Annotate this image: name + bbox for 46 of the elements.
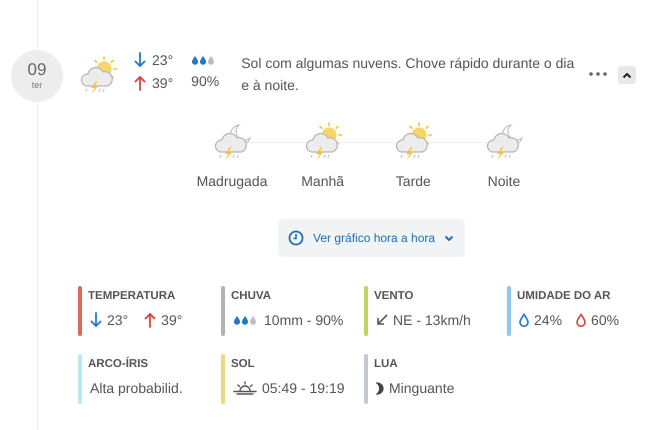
period-label: Noite xyxy=(488,173,520,189)
detail-title: VENTO xyxy=(374,290,414,302)
min-temperature: 23° xyxy=(152,52,174,68)
detail-title: ARCO-ÍRIS xyxy=(88,358,150,370)
down-arrow-icon xyxy=(134,52,146,68)
up-arrow-icon xyxy=(144,312,156,328)
sunrise-icon xyxy=(233,381,257,395)
down-arrow-icon xyxy=(90,312,102,328)
detail-title: TEMPERATURA xyxy=(88,290,176,302)
up-arrow-icon xyxy=(134,75,146,91)
weekday: ter xyxy=(32,79,42,91)
max-temperature: 39° xyxy=(152,75,174,91)
moon-phase: Minguante xyxy=(389,380,454,396)
drop-icon xyxy=(519,313,529,327)
collapse-button[interactable] xyxy=(618,66,636,84)
detail-value: Alta probabilid. xyxy=(90,380,183,396)
max-temperature: 39° xyxy=(161,312,182,328)
period-label: Madrugada xyxy=(196,173,268,189)
drop-icon xyxy=(576,313,586,327)
detail-title: LUA xyxy=(374,358,399,370)
more-icon xyxy=(589,72,608,76)
cloud-sun-lightning-icon xyxy=(393,122,434,162)
rain-amount: 10mm - 90% xyxy=(264,312,344,328)
wind-direction-icon xyxy=(376,314,388,326)
more-button[interactable] xyxy=(587,69,610,79)
raindrops-icon xyxy=(233,315,259,325)
clock-icon xyxy=(288,230,304,246)
forecast-summary: Sol com algumas nuvens. Chove rápido durante o dia e à noite. xyxy=(241,54,576,95)
moon-icon xyxy=(376,382,384,394)
rain-chance: 90% xyxy=(191,73,220,89)
min-humidity: 24% xyxy=(534,312,562,328)
caret-down-icon xyxy=(444,234,454,242)
period-label: Manhã xyxy=(301,173,344,189)
detail-title: UMIDADE DO AR xyxy=(517,290,612,302)
min-temperature: 23° xyxy=(107,312,128,328)
detail-title: SOL xyxy=(231,358,256,370)
sun-times: 05:49 - 19:19 xyxy=(262,380,345,396)
cloud-sun-lightning-icon xyxy=(78,56,118,96)
detail-title: CHUVA xyxy=(231,290,272,302)
period-label: Tarde xyxy=(396,173,431,189)
date-number: 09 xyxy=(28,61,46,79)
wind-value: NE - 13km/h xyxy=(393,312,471,328)
cloud-moon-lightning-icon xyxy=(212,122,252,162)
caret-up-icon xyxy=(622,72,632,78)
max-humidity: 60% xyxy=(591,312,620,328)
hourly-chart-button[interactable]: Ver gráfico hora a hora xyxy=(278,219,466,257)
